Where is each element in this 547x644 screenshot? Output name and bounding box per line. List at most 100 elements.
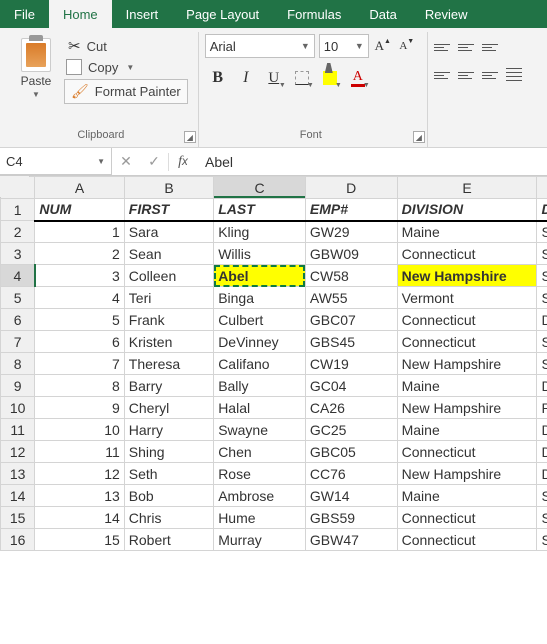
cell[interactable]: Research: [537, 397, 547, 419]
cell[interactable]: Developm: [537, 463, 547, 485]
cell[interactable]: Binga: [214, 287, 306, 309]
row-header-5[interactable]: 5: [1, 287, 35, 309]
align-left-button[interactable]: [434, 66, 454, 84]
cell[interactable]: 12: [35, 463, 124, 485]
cell[interactable]: Maine: [397, 419, 537, 441]
cell[interactable]: FIRST: [124, 199, 213, 221]
cell[interactable]: EMP#: [305, 199, 397, 221]
cell[interactable]: Hume: [214, 507, 306, 529]
cell[interactable]: GW14: [305, 485, 397, 507]
cell[interactable]: Maine: [397, 375, 537, 397]
cell[interactable]: Kling: [214, 221, 306, 243]
cell[interactable]: Califano: [214, 353, 306, 375]
cell[interactable]: New Hampshire: [397, 265, 537, 287]
cell[interactable]: 1: [35, 221, 124, 243]
row-header-8[interactable]: 8: [1, 353, 35, 375]
cell[interactable]: 5: [35, 309, 124, 331]
row-header-4[interactable]: 4: [1, 265, 35, 287]
row-header-15[interactable]: 15: [1, 507, 35, 529]
cell[interactable]: Developm: [537, 309, 547, 331]
cell[interactable]: Sales: [537, 287, 547, 309]
cell[interactable]: Developm: [537, 375, 547, 397]
paste-button[interactable]: Paste ▼: [14, 34, 58, 99]
cell[interactable]: 9: [35, 397, 124, 419]
cell[interactable]: Shing: [124, 441, 213, 463]
cell[interactable]: CA26: [305, 397, 397, 419]
cell[interactable]: Colleen: [124, 265, 213, 287]
row-header-16[interactable]: 16: [1, 529, 35, 551]
insert-function-button[interactable]: fx: [169, 148, 197, 175]
cell[interactable]: Vermont: [397, 287, 537, 309]
cell[interactable]: Frank: [124, 309, 213, 331]
cell[interactable]: GBS45: [305, 331, 397, 353]
cell[interactable]: Sales: [537, 485, 547, 507]
bold-button[interactable]: B: [205, 66, 231, 90]
column-header-E[interactable]: E: [397, 177, 537, 199]
cell[interactable]: Abel: [214, 265, 306, 287]
cell[interactable]: 2: [35, 243, 124, 265]
cell[interactable]: Seth: [124, 463, 213, 485]
cell[interactable]: 8: [35, 375, 124, 397]
cell[interactable]: Sales: [537, 265, 547, 287]
tab-page-layout[interactable]: Page Layout: [172, 0, 273, 28]
cell[interactable]: New Hampshire: [397, 463, 537, 485]
align-bottom-button[interactable]: [482, 38, 502, 56]
align-center-button[interactable]: [458, 66, 478, 84]
font-size-select[interactable]: 10 ▼: [319, 34, 369, 58]
cell[interactable]: Murray: [214, 529, 306, 551]
cell[interactable]: 13: [35, 485, 124, 507]
row-header-6[interactable]: 6: [1, 309, 35, 331]
cell[interactable]: DEPT: [537, 199, 547, 221]
cell[interactable]: Culbert: [214, 309, 306, 331]
row-header-11[interactable]: 11: [1, 419, 35, 441]
cell[interactable]: Sara: [124, 221, 213, 243]
cell[interactable]: Barry: [124, 375, 213, 397]
cell[interactable]: 4: [35, 287, 124, 309]
column-header-C[interactable]: C: [214, 177, 306, 199]
cell[interactable]: Robert: [124, 529, 213, 551]
cell[interactable]: Connecticut: [397, 529, 537, 551]
cell[interactable]: CW19: [305, 353, 397, 375]
tab-insert[interactable]: Insert: [112, 0, 173, 28]
tab-file[interactable]: File: [0, 0, 49, 28]
cell[interactable]: GC25: [305, 419, 397, 441]
cell[interactable]: Cheryl: [124, 397, 213, 419]
decrease-indent-button[interactable]: [506, 66, 526, 84]
font-name-select[interactable]: Arial ▼: [205, 34, 315, 58]
row-header-10[interactable]: 10: [1, 397, 35, 419]
cell[interactable]: Sales: [537, 221, 547, 243]
cell[interactable]: Maine: [397, 485, 537, 507]
cell[interactable]: 3: [35, 265, 124, 287]
cell[interactable]: Teri: [124, 287, 213, 309]
cell[interactable]: GW29: [305, 221, 397, 243]
column-header-D[interactable]: D: [305, 177, 397, 199]
align-middle-button[interactable]: [458, 38, 478, 56]
cell[interactable]: Sales: [537, 353, 547, 375]
align-right-button[interactable]: [482, 66, 502, 84]
underline-button[interactable]: U▼: [261, 66, 287, 90]
cell[interactable]: Bally: [214, 375, 306, 397]
cell[interactable]: DeVinney: [214, 331, 306, 353]
cell[interactable]: GBS59: [305, 507, 397, 529]
cell[interactable]: GBW47: [305, 529, 397, 551]
cell[interactable]: Chen: [214, 441, 306, 463]
cell[interactable]: AW55: [305, 287, 397, 309]
cell[interactable]: Ambrose: [214, 485, 306, 507]
increase-font-size-button[interactable]: A▲: [373, 34, 393, 58]
cell[interactable]: Connecticut: [397, 309, 537, 331]
cell[interactable]: Kristen: [124, 331, 213, 353]
row-header-9[interactable]: 9: [1, 375, 35, 397]
format-painter-button[interactable]: 🖌 Format Painter: [64, 79, 188, 104]
cell[interactable]: Connecticut: [397, 331, 537, 353]
cell[interactable]: New Hampshire: [397, 397, 537, 419]
cell[interactable]: GBC05: [305, 441, 397, 463]
dialog-launcher-clipboard[interactable]: ◢: [184, 131, 196, 143]
row-header-3[interactable]: 3: [1, 243, 35, 265]
italic-button[interactable]: I: [233, 66, 259, 90]
cell[interactable]: Maine: [397, 221, 537, 243]
cell[interactable]: Theresa: [124, 353, 213, 375]
cell[interactable]: Harry: [124, 419, 213, 441]
dialog-launcher-font[interactable]: ◢: [413, 131, 425, 143]
cell[interactable]: NUM: [35, 199, 124, 221]
tab-formulas[interactable]: Formulas: [273, 0, 355, 28]
